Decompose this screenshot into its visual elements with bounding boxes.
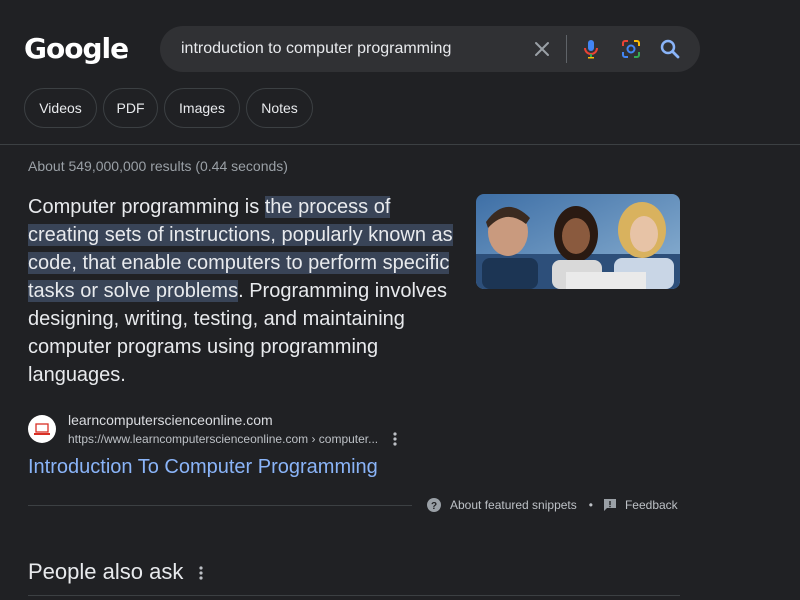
feedback-icon[interactable] [603,498,617,512]
site-favicon[interactable] [28,415,56,443]
camera-lens-icon[interactable] [619,37,643,61]
help-icon[interactable]: ? [426,497,442,513]
filter-chip-pdf[interactable]: PDF [103,88,158,128]
result-title-link[interactable]: Introduction To Computer Programming [28,456,378,479]
people-also-ask-heading: People also ask [28,559,184,584]
search-input[interactable] [181,39,521,59]
microphone-icon[interactable] [579,37,603,61]
filter-chip-images[interactable]: Images [164,88,240,128]
filter-chip-notes[interactable]: Notes [246,88,313,128]
more-options-icon[interactable] [388,430,402,448]
footer-separator: • [588,498,593,512]
snippet-divider [28,505,412,506]
search-bar[interactable] [160,26,700,72]
snippet-thumbnail-image[interactable] [476,194,680,289]
search-divider [566,35,567,63]
google-logo[interactable]: Google [24,33,129,65]
close-icon[interactable] [530,37,554,61]
laptop-icon [34,423,50,435]
snippet-footer: ? About featured snippets • Feedback [426,497,678,513]
snippet-lead: Computer programming is [28,196,265,218]
featured-snippet-text: Computer programming is the process of c… [28,193,458,389]
about-featured-snippets-link[interactable]: About featured snippets [450,498,577,512]
people-also-ask-menu-icon[interactable] [194,564,208,582]
svg-text:?: ? [431,501,437,512]
search-icon[interactable] [658,37,682,61]
feedback-link[interactable]: Feedback [625,498,678,512]
people-also-ask-divider [28,595,680,596]
source-site-name[interactable]: learncomputerscienceonline.com [68,412,273,428]
header-divider [0,144,800,145]
filter-chip-videos[interactable]: Videos [24,88,97,128]
result-stats: About 549,000,000 results (0.44 seconds) [28,158,288,174]
source-url[interactable]: https://www.learncomputerscienceonline.c… [68,432,378,446]
